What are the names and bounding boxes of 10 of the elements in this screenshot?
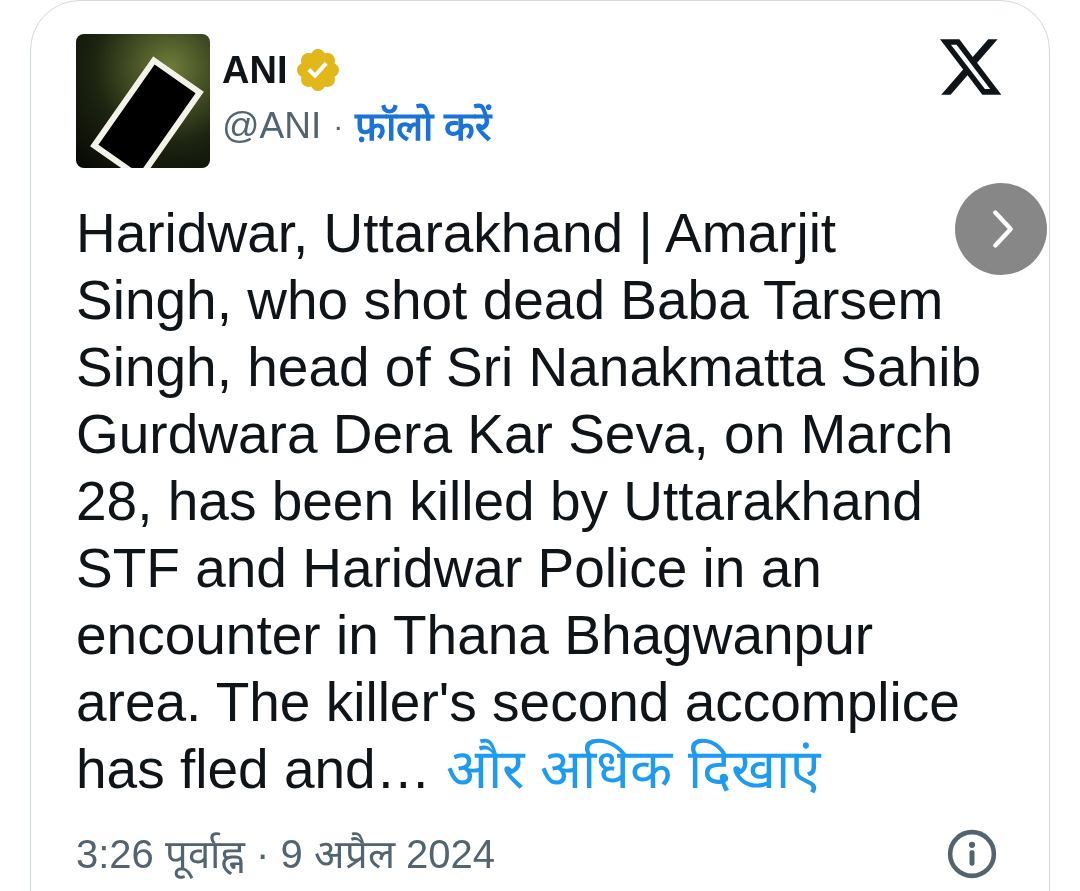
separator-dot: · <box>333 108 344 144</box>
tweet-text: Haridwar, Uttarakhand | Amarjit Singh, who shot dead Baba Tarsem Singh, head of Sri Nanakmatta Sahib Gurdwara Dera Kar Seva, on March 28, has been killed by Uttarakhand STF and Haridwar Police in an encounter in Thana Bhagwanpur area. The killer's second accomplice has fled and… और अधिक दिखाएं <box>76 201 982 802</box>
chevron-right-icon <box>992 209 1014 249</box>
avatar-photo[interactable] <box>76 34 210 168</box>
x-logo-icon <box>940 39 1001 95</box>
author-name[interactable]: ANI <box>222 48 288 92</box>
author-handle[interactable]: @ANI <box>222 104 322 148</box>
follow-link[interactable]: फ़ॉलो करें <box>355 104 492 148</box>
tweet-timestamp[interactable]: 3:26 पूर्वाह्न · 9 अप्रैल 2024 <box>76 830 495 878</box>
info-icon[interactable] <box>947 829 997 879</box>
